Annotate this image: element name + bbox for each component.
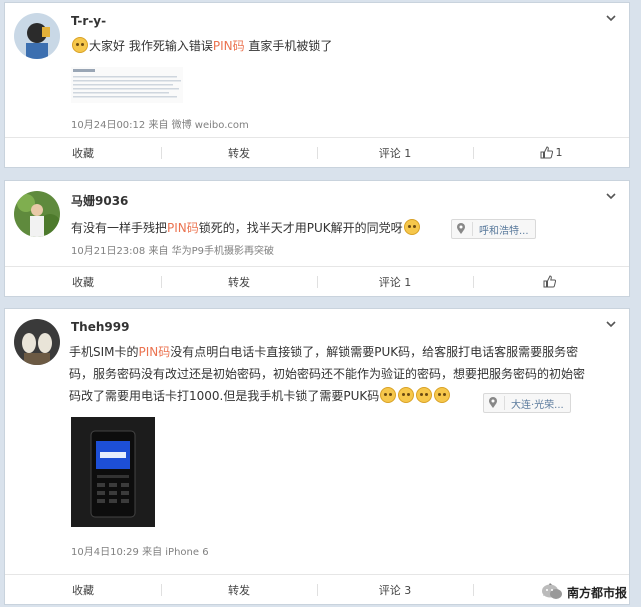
weibo-post-3: Theh999 手机SIM卡的PIN码没有点明白电话卡直接锁了，解锁需要PUK码…: [4, 308, 630, 605]
chevron-down-icon[interactable]: [604, 11, 618, 25]
favorite-button[interactable]: 收藏: [5, 138, 161, 167]
username[interactable]: T-r-y-: [71, 14, 106, 28]
attached-image-thumbnail[interactable]: [71, 67, 183, 103]
emoji-icon: [403, 219, 420, 235]
chevron-down-icon[interactable]: [604, 189, 618, 203]
repost-button[interactable]: 转发: [161, 267, 317, 296]
avatar[interactable]: [14, 191, 60, 237]
weibo-post-1: T-r-y- 大家好 我作死输入错误PIN码 直家手机被锁了 10月24日00:…: [4, 2, 630, 168]
emoji-icon: [416, 387, 433, 403]
username[interactable]: 马姗9036: [71, 192, 128, 209]
thumb-up-icon: [540, 146, 553, 159]
post-meta: 10月21日23:08 来自 华为P9手机摄影再突破: [71, 246, 275, 257]
post-text: 有没有一样手残把PIN码锁死的，找半天才用PUK解开的同党呀: [71, 217, 421, 239]
username[interactable]: Theh999: [71, 320, 129, 334]
thumb-up-icon: [543, 275, 556, 288]
avatar[interactable]: [14, 319, 60, 365]
like-button[interactable]: [473, 267, 629, 296]
emoji-icon: [380, 387, 397, 403]
weibo-post-2: 马姗9036 有没有一样手残把PIN码锁死的，找半天才用PUK解开的同党呀 呼和…: [4, 180, 630, 297]
chevron-down-icon[interactable]: [604, 317, 618, 331]
emoji-icon: [434, 387, 451, 403]
like-button[interactable]: 1: [473, 138, 629, 167]
favorite-button[interactable]: 收藏: [5, 267, 161, 296]
repost-button[interactable]: 转发: [161, 138, 317, 167]
comment-button[interactable]: 评论 1: [317, 138, 473, 167]
attached-photo[interactable]: [71, 417, 155, 527]
favorite-button[interactable]: 收藏: [5, 575, 161, 604]
action-bar: 收藏 转发 评论 1: [5, 266, 629, 296]
post-text: 大家好 我作死输入错误PIN码 直家手机被锁了: [71, 35, 332, 57]
avatar[interactable]: [14, 13, 60, 59]
location-pin-icon: [489, 397, 497, 408]
post-meta: 10月4日10:29 来自 iPhone 6: [71, 547, 209, 558]
location-pin-icon: [457, 223, 465, 234]
repost-button[interactable]: 转发: [161, 575, 317, 604]
comment-button[interactable]: 评论 3: [317, 575, 473, 604]
post-meta: 10月24日00:12 来自 微博 weibo.com: [71, 120, 249, 131]
comment-button[interactable]: 评论 1: [317, 267, 473, 296]
emoji-icon: [398, 387, 415, 403]
location-tag[interactable]: 呼和浩特...: [451, 219, 536, 239]
newspaper-watermark: 南方都市报: [541, 583, 627, 601]
wechat-logo-icon: [541, 584, 562, 599]
action-bar: 收藏 转发 评论 1 1: [5, 137, 629, 167]
action-bar: 收藏 转发 评论 3: [5, 574, 629, 604]
emoji-icon: [72, 37, 88, 53]
location-tag[interactable]: 大连·光荣...: [483, 393, 571, 413]
